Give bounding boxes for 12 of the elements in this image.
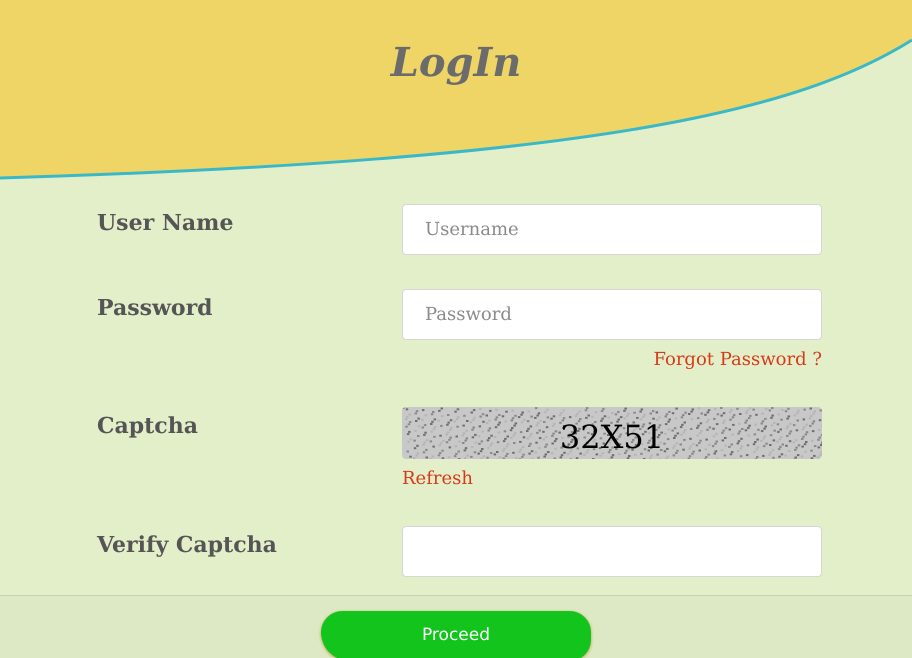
captcha-code: 32X51: [560, 417, 664, 453]
page-title: LogIn: [390, 38, 522, 88]
field-label: Password: [97, 294, 214, 323]
input-field[interactable]: Username: [402, 204, 822, 255]
field-label: Verify Captcha: [97, 531, 278, 560]
proceed-button[interactable]: Proceed: [321, 611, 591, 658]
input-field[interactable]: [402, 526, 822, 577]
field-label: Captcha: [97, 412, 199, 441]
link[interactable]: Refresh: [402, 465, 473, 492]
field-label: User Name: [97, 209, 234, 238]
link[interactable]: Forgot Password ?: [653, 346, 822, 373]
input-field[interactable]: Password: [402, 289, 822, 340]
